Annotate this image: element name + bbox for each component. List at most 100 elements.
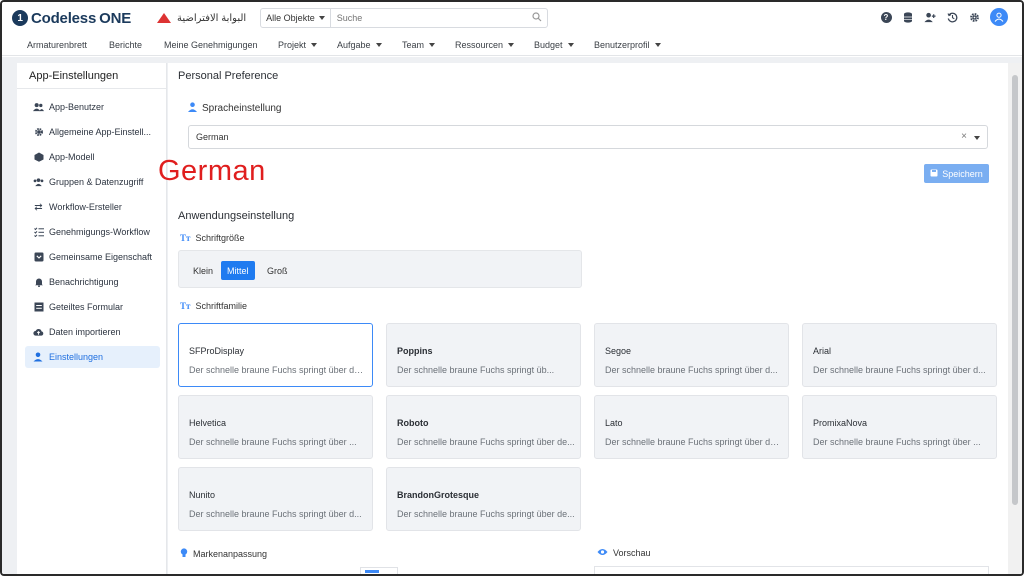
app-settings-title: Anwendungseinstellung [178,210,295,222]
sidebar-item-app-modell[interactable]: App-Modell [25,146,160,168]
menu-armaturenbrett[interactable]: Armaturenbrett [27,40,87,50]
menu-berichte[interactable]: Berichte [109,40,142,50]
scroll-thumb[interactable] [1012,75,1018,505]
font-card-name: BrandonGrotesque [397,490,480,500]
scrollbar[interactable] [1008,63,1022,574]
font-size-gross[interactable]: Groß [261,261,294,280]
brand-section-label: Markenanpassung [180,548,267,560]
font-card-sfprodisplay[interactable]: SFProDisplay Der schnelle braune Fuchs s… [178,323,373,387]
font-card-name: Arial [813,346,832,356]
top-bar: 1 Codeless ONE البوابة الافتراضية Alle O… [2,2,1022,34]
avatar[interactable] [990,8,1008,26]
sidebar-item-label: Benachrichtigung [49,277,119,287]
sidebar-item-genehmigungs-workflow[interactable]: Genehmigungs-Workflow [25,221,160,243]
menu-budget[interactable]: Budget [534,40,574,50]
sidebar-item-app-benutzer[interactable]: App-Benutzer [25,96,160,118]
font-card-name: Nunito [189,490,216,500]
font-card-name: Roboto [397,418,429,428]
menu-label: Benutzerprofil [594,40,650,50]
user-settings-icon [33,352,44,363]
font-card-sample: Der schnelle braune Fuchs springt über d… [397,509,575,519]
font-card-helvetica[interactable]: Helvetica Der schnelle braune Fuchs spri… [178,395,373,459]
save-button[interactable]: Speichern [924,164,989,183]
bulb-icon [180,548,188,560]
history-icon[interactable] [946,11,958,23]
portal-switcher[interactable]: البوابة الافتراضية [157,13,246,24]
top-icons: ? [880,8,1008,26]
sidebar-item-einstellungen[interactable]: Einstellungen [25,346,160,368]
font-size-option-label: Groß [267,265,288,276]
global-search: Alle Objekte [260,8,549,28]
add-user-icon[interactable] [924,11,936,23]
menu-benutzerprofil[interactable]: Benutzerprofil [594,40,661,50]
sidebar-item-gemeinsame-eigenschaft[interactable]: Gemeinsame Eigenschaft [25,246,160,268]
sidebar-item-label: Workflow-Ersteller [49,202,122,212]
font-card-poppins[interactable]: Poppins Der schnelle braune Fuchs spring… [386,323,581,387]
menu-ressourcen[interactable]: Ressourcen [455,40,515,50]
language-select[interactable]: German × [188,125,988,149]
logo-one-text: ONE [99,9,132,27]
sidebar-item-benachrichtigung[interactable]: Benachrichtigung [25,271,160,293]
swap-icon: ⇄ [34,201,43,213]
language-label: Spracheinstellung [202,103,282,114]
sidebar-item-daten-importieren[interactable]: Daten importieren [25,321,160,343]
users-icon [33,102,44,113]
search-icon[interactable] [527,11,547,25]
font-card-sample: Der schnelle braune Fuchs springt über d… [397,437,575,447]
font-card-nunito[interactable]: Nunito Der schnelle braune Fuchs springt… [178,467,373,531]
menu-label: Berichte [109,40,143,50]
person-icon [188,102,197,115]
sidebar-item-geteiltes-formular[interactable]: Geteiltes Formular [25,296,160,318]
help-icon[interactable]: ? [880,11,892,23]
menu-label: Ressourcen [455,40,504,50]
preview-label: Vorschau [613,548,651,558]
chevron-down-icon[interactable] [974,136,980,140]
logo[interactable]: 1 Codeless ONE [12,10,131,27]
chevron-down-icon [654,43,661,47]
text-size-icon: Tт [180,301,191,311]
text-size-icon: Tт [180,233,191,243]
font-card-arial[interactable]: Arial Der schnelle braune Fuchs springt … [802,323,997,387]
search-scope-label: Alle Objekte [266,13,315,23]
save-label: Speichern [942,168,983,179]
clear-icon[interactable]: × [961,131,967,142]
font-card-lato[interactable]: Lato Der schnelle braune Fuchs springt ü… [594,395,789,459]
font-card-sample: Der schnelle braune Fuchs springt über d… [813,365,986,375]
sidebar-item-allgemeine[interactable]: Allgemeine App-Einstell... [25,121,160,143]
sidebar-item-label: Gemeinsame Eigenschaft [49,252,153,262]
font-card-name: Lato [605,418,623,428]
menu-meine-genehmigungen[interactable]: Meine Genehmigungen [164,40,258,50]
brand-toggle[interactable] [360,567,398,574]
font-card-roboto[interactable]: Roboto Der schnelle braune Fuchs springt… [386,395,581,459]
gear-icon [33,127,44,138]
search-input[interactable] [330,9,528,27]
sidebar-item-workflow-ersteller[interactable]: ⇄ Workflow-Ersteller [25,196,160,218]
font-size-klein[interactable]: Klein [187,261,219,280]
cube-icon [33,152,44,163]
menu-label: Armaturenbrett [27,40,88,50]
menu-aufgabe[interactable]: Aufgabe [337,40,382,50]
font-card-sample: Der schnelle braune Fuchs springt über .… [189,437,357,447]
menu-projekt[interactable]: Projekt [278,40,318,50]
gear-icon[interactable] [968,11,980,23]
menu-team[interactable]: Team [402,40,436,50]
search-scope-dropdown[interactable]: Alle Objekte [261,9,331,27]
brand-toggle-bar [365,570,379,573]
font-card-sample: Der schnelle braune Fuchs springt üb... [397,365,555,375]
sidebar-item-gruppen[interactable]: Gruppen & Datenzugriff [25,171,160,193]
font-card-segoe[interactable]: Segoe Der schnelle braune Fuchs springt … [594,323,789,387]
database-icon[interactable] [902,11,914,23]
menu-label: Budget [534,40,563,50]
menu-label: Aufgabe [337,40,371,50]
font-size-selector: Klein Mittel Groß [178,250,582,288]
chevron-down-icon [375,43,382,47]
font-card-brandongrotesque[interactable]: BrandonGrotesque Der schnelle braune Fuc… [386,467,581,531]
font-size-label: Schriftgröße [195,233,245,243]
menu-label: Meine Genehmigungen [164,40,258,50]
font-card-promixanova[interactable]: PromixaNova Der schnelle braune Fuchs sp… [802,395,997,459]
chevron-down-icon [567,43,574,47]
sidebar-item-label: Genehmigungs-Workflow [49,227,150,237]
menu-label: Team [402,40,425,50]
font-size-mittel[interactable]: Mittel [221,261,255,280]
portal-label: البوابة الافتراضية [177,12,247,24]
